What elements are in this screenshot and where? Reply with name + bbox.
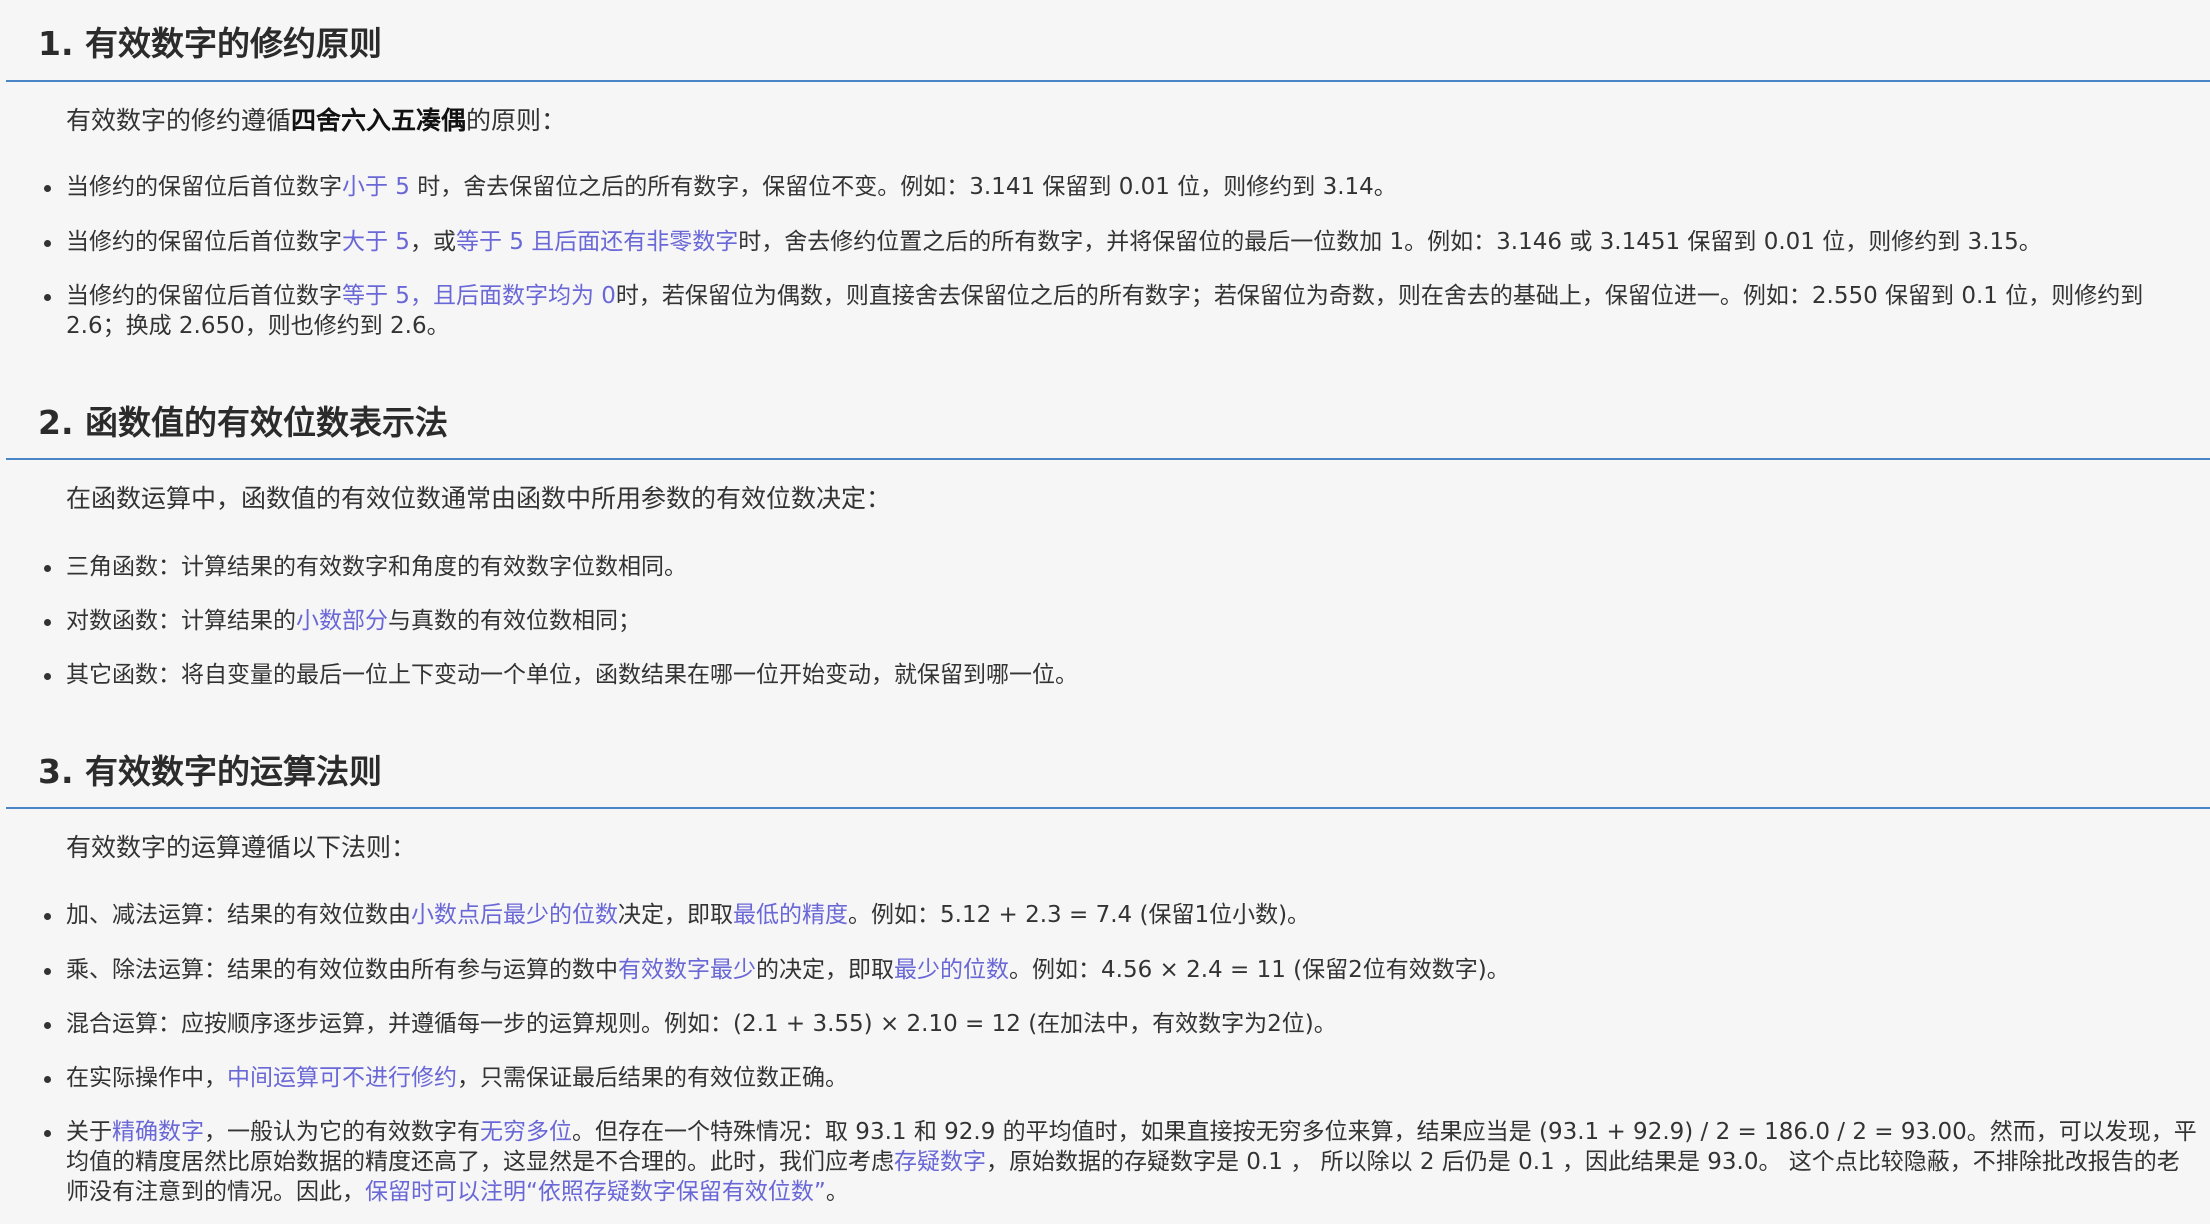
list-item: 当修约的保留位后首位数字等于 5，且后面数字均为 0时，若保留位为偶数，则直接舍… <box>44 281 2202 341</box>
document-page: 1. 有效数字的修约原则 有效数字的修约遵循四舍六入五凑偶的原则： 当修约的保留… <box>0 0 2210 1224</box>
list-item: 三角函数：计算结果的有效数字和角度的有效数字位数相同。 <box>44 552 2202 582</box>
intro-text: 有效数字的修约遵循 <box>66 106 292 135</box>
highlight-text: 无穷多位 <box>480 1119 572 1145</box>
list-item: 乘、除法运算：结果的有效位数由所有参与运算的数中有效数字最少的决定，即取最少的位… <box>44 955 2202 985</box>
list-item: 当修约的保留位后首位数字小于 5 时，舍去保留位之后的所有数字，保留位不变。例如… <box>44 172 2202 202</box>
section-2-intro: 在函数运算中，函数值的有效位数通常由函数中所用参数的有效位数决定： <box>66 484 892 513</box>
list-item: 混合运算：应按顺序逐步运算，并遵循每一步的运算规则。例如：(2.1 + 3.55… <box>44 1009 2202 1039</box>
highlight-text: 有效数字最少 <box>618 957 756 983</box>
highlight-text: 中间运算可不进行修约 <box>227 1065 457 1091</box>
section-2-divider <box>6 458 2210 460</box>
list-item: 其它函数：将自变量的最后一位上下变动一个单位，函数结果在哪一位开始变动，就保留到… <box>44 660 2202 690</box>
section-3-intro: 有效数字的运算遵循以下法则： <box>66 833 417 862</box>
highlight-text: 大于 5 <box>342 229 410 255</box>
highlight-text: 等于 5 且后面还有非零数字 <box>455 229 739 255</box>
highlight-text: 小数点后最少的位数 <box>411 902 618 928</box>
list-item: 加、减法运算：结果的有效位数由小数点后最少的位数决定，即取最低的精度。例如：5.… <box>44 900 2202 930</box>
intro-bold: 四舍六入五凑偶 <box>291 106 467 135</box>
highlight-text: 精确数字 <box>112 1119 204 1145</box>
highlight-text: 小于 5 <box>342 174 410 200</box>
highlight-text: 小数部分 <box>296 608 388 634</box>
intro-text: 的原则： <box>466 106 567 135</box>
section-1-intro: 有效数字的修约遵循四舍六入五凑偶的原则： <box>66 104 566 138</box>
list-item: 在实际操作中，中间运算可不进行修约，只需保证最后结果的有效位数正确。 <box>44 1063 2202 1093</box>
section-1-divider <box>6 80 2210 82</box>
highlight-text: 存疑数字 <box>894 1149 986 1175</box>
section-3-divider <box>6 807 2210 809</box>
section-3-title: 3. 有效数字的运算法则 <box>38 752 382 791</box>
list-item: 当修约的保留位后首位数字大于 5，或等于 5 且后面还有非零数字时，舍去修约位置… <box>44 227 2202 257</box>
highlight-text: 等于 5，且后面数字均为 0 <box>342 283 616 309</box>
section-2-title: 2. 函数值的有效位数表示法 <box>38 403 448 442</box>
highlight-text: 最少的位数 <box>894 957 1009 983</box>
list-item: 对数函数：计算结果的小数部分与真数的有效位数相同； <box>44 606 2202 636</box>
section-1-title: 1. 有效数字的修约原则 <box>38 24 382 63</box>
highlight-text: 最低的精度 <box>733 902 848 928</box>
list-item: 关于精确数字，一般认为它的有效数字有无穷多位。但存在一个特殊情况：取 93.1 … <box>44 1117 2202 1207</box>
highlight-text: 保留时可以注明“依照存疑数字保留有效位数” <box>365 1179 826 1205</box>
